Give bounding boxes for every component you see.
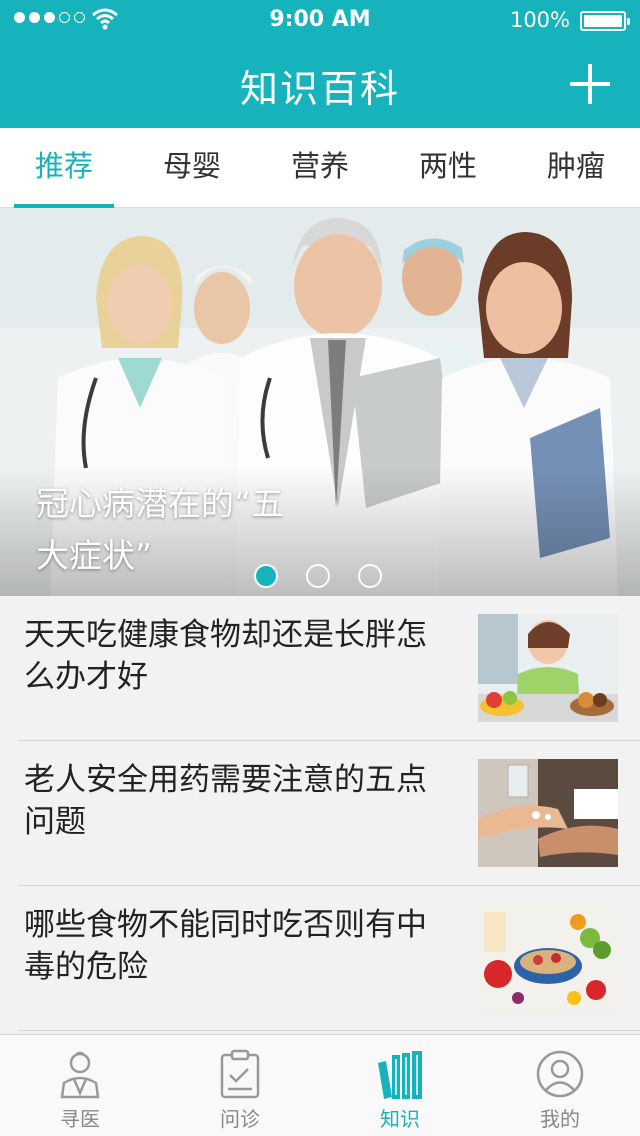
carousel-dot[interactable]	[358, 564, 382, 588]
tab-sexual-health[interactable]: 两性	[384, 128, 512, 208]
clipboard-icon	[220, 1049, 260, 1099]
article-thumbnail	[478, 904, 618, 1012]
bottom-tab-bar: 寻医 问诊 知识 我的	[0, 1034, 640, 1136]
status-bar: 9:00 AM 100%	[0, 0, 640, 40]
article-title: 天天吃健康食物却还是长胖怎么办才好	[24, 617, 427, 695]
page-title: 知识百科	[239, 67, 400, 111]
battery-percent: 100%	[509, 8, 570, 32]
article-thumbnail	[478, 759, 618, 867]
tabbar-item-find-doctor[interactable]: 寻医	[0, 1035, 160, 1136]
tabbar-item-profile[interactable]: 我的	[480, 1035, 640, 1136]
tab-recommended[interactable]: 推荐	[0, 128, 128, 208]
tab-label: 营养	[290, 149, 349, 183]
tab-label: 肿瘤	[546, 149, 605, 183]
tabbar-label: 知识	[380, 1107, 420, 1131]
article-title: 老人安全用药需要注意的五点问题	[24, 762, 427, 840]
battery-icon	[580, 11, 630, 31]
carousel-dot[interactable]	[306, 564, 330, 588]
doctor-icon	[60, 1051, 100, 1099]
tabbar-item-consult[interactable]: 问诊	[160, 1035, 320, 1136]
nav-bar: 知识百科	[0, 40, 640, 128]
carousel-indicators	[254, 564, 382, 588]
article-list: 天天吃健康食物却还是长胖怎么办才好 老人安全用药需要注意的五点问题 哪些食物不能…	[0, 596, 640, 1031]
tab-label: 两性	[418, 149, 477, 183]
article-title: 哪些食物不能同时吃否则有中毒的危险	[24, 907, 427, 985]
list-item[interactable]: 天天吃健康食物却还是长胖怎么办才好	[0, 596, 640, 741]
tabbar-label: 寻医	[60, 1107, 100, 1131]
tab-maternal-infant[interactable]: 母婴	[128, 128, 256, 208]
list-item[interactable]: 老人安全用药需要注意的五点问题	[0, 741, 640, 886]
tabbar-label: 问诊	[220, 1107, 260, 1131]
list-item[interactable]: 哪些食物不能同时吃否则有中毒的危险	[0, 886, 640, 1031]
carousel-dot[interactable]	[254, 564, 278, 588]
tab-label: 推荐	[34, 149, 93, 183]
tabbar-item-knowledge[interactable]: 知识	[320, 1035, 480, 1136]
add-button[interactable]	[570, 64, 610, 104]
books-icon	[378, 1051, 422, 1099]
user-icon	[536, 1050, 584, 1098]
tab-label: 母婴	[162, 149, 221, 183]
tabbar-label: 我的	[540, 1107, 580, 1131]
tab-nutrition[interactable]: 营养	[256, 128, 384, 208]
category-tabs: 推荐 母婴 营养 两性 肿瘤	[0, 128, 640, 208]
banner-carousel[interactable]: 冠心病潜在的“五 大症状”	[0, 208, 640, 596]
article-thumbnail	[478, 614, 618, 722]
tab-oncology[interactable]: 肿瘤	[512, 128, 640, 208]
